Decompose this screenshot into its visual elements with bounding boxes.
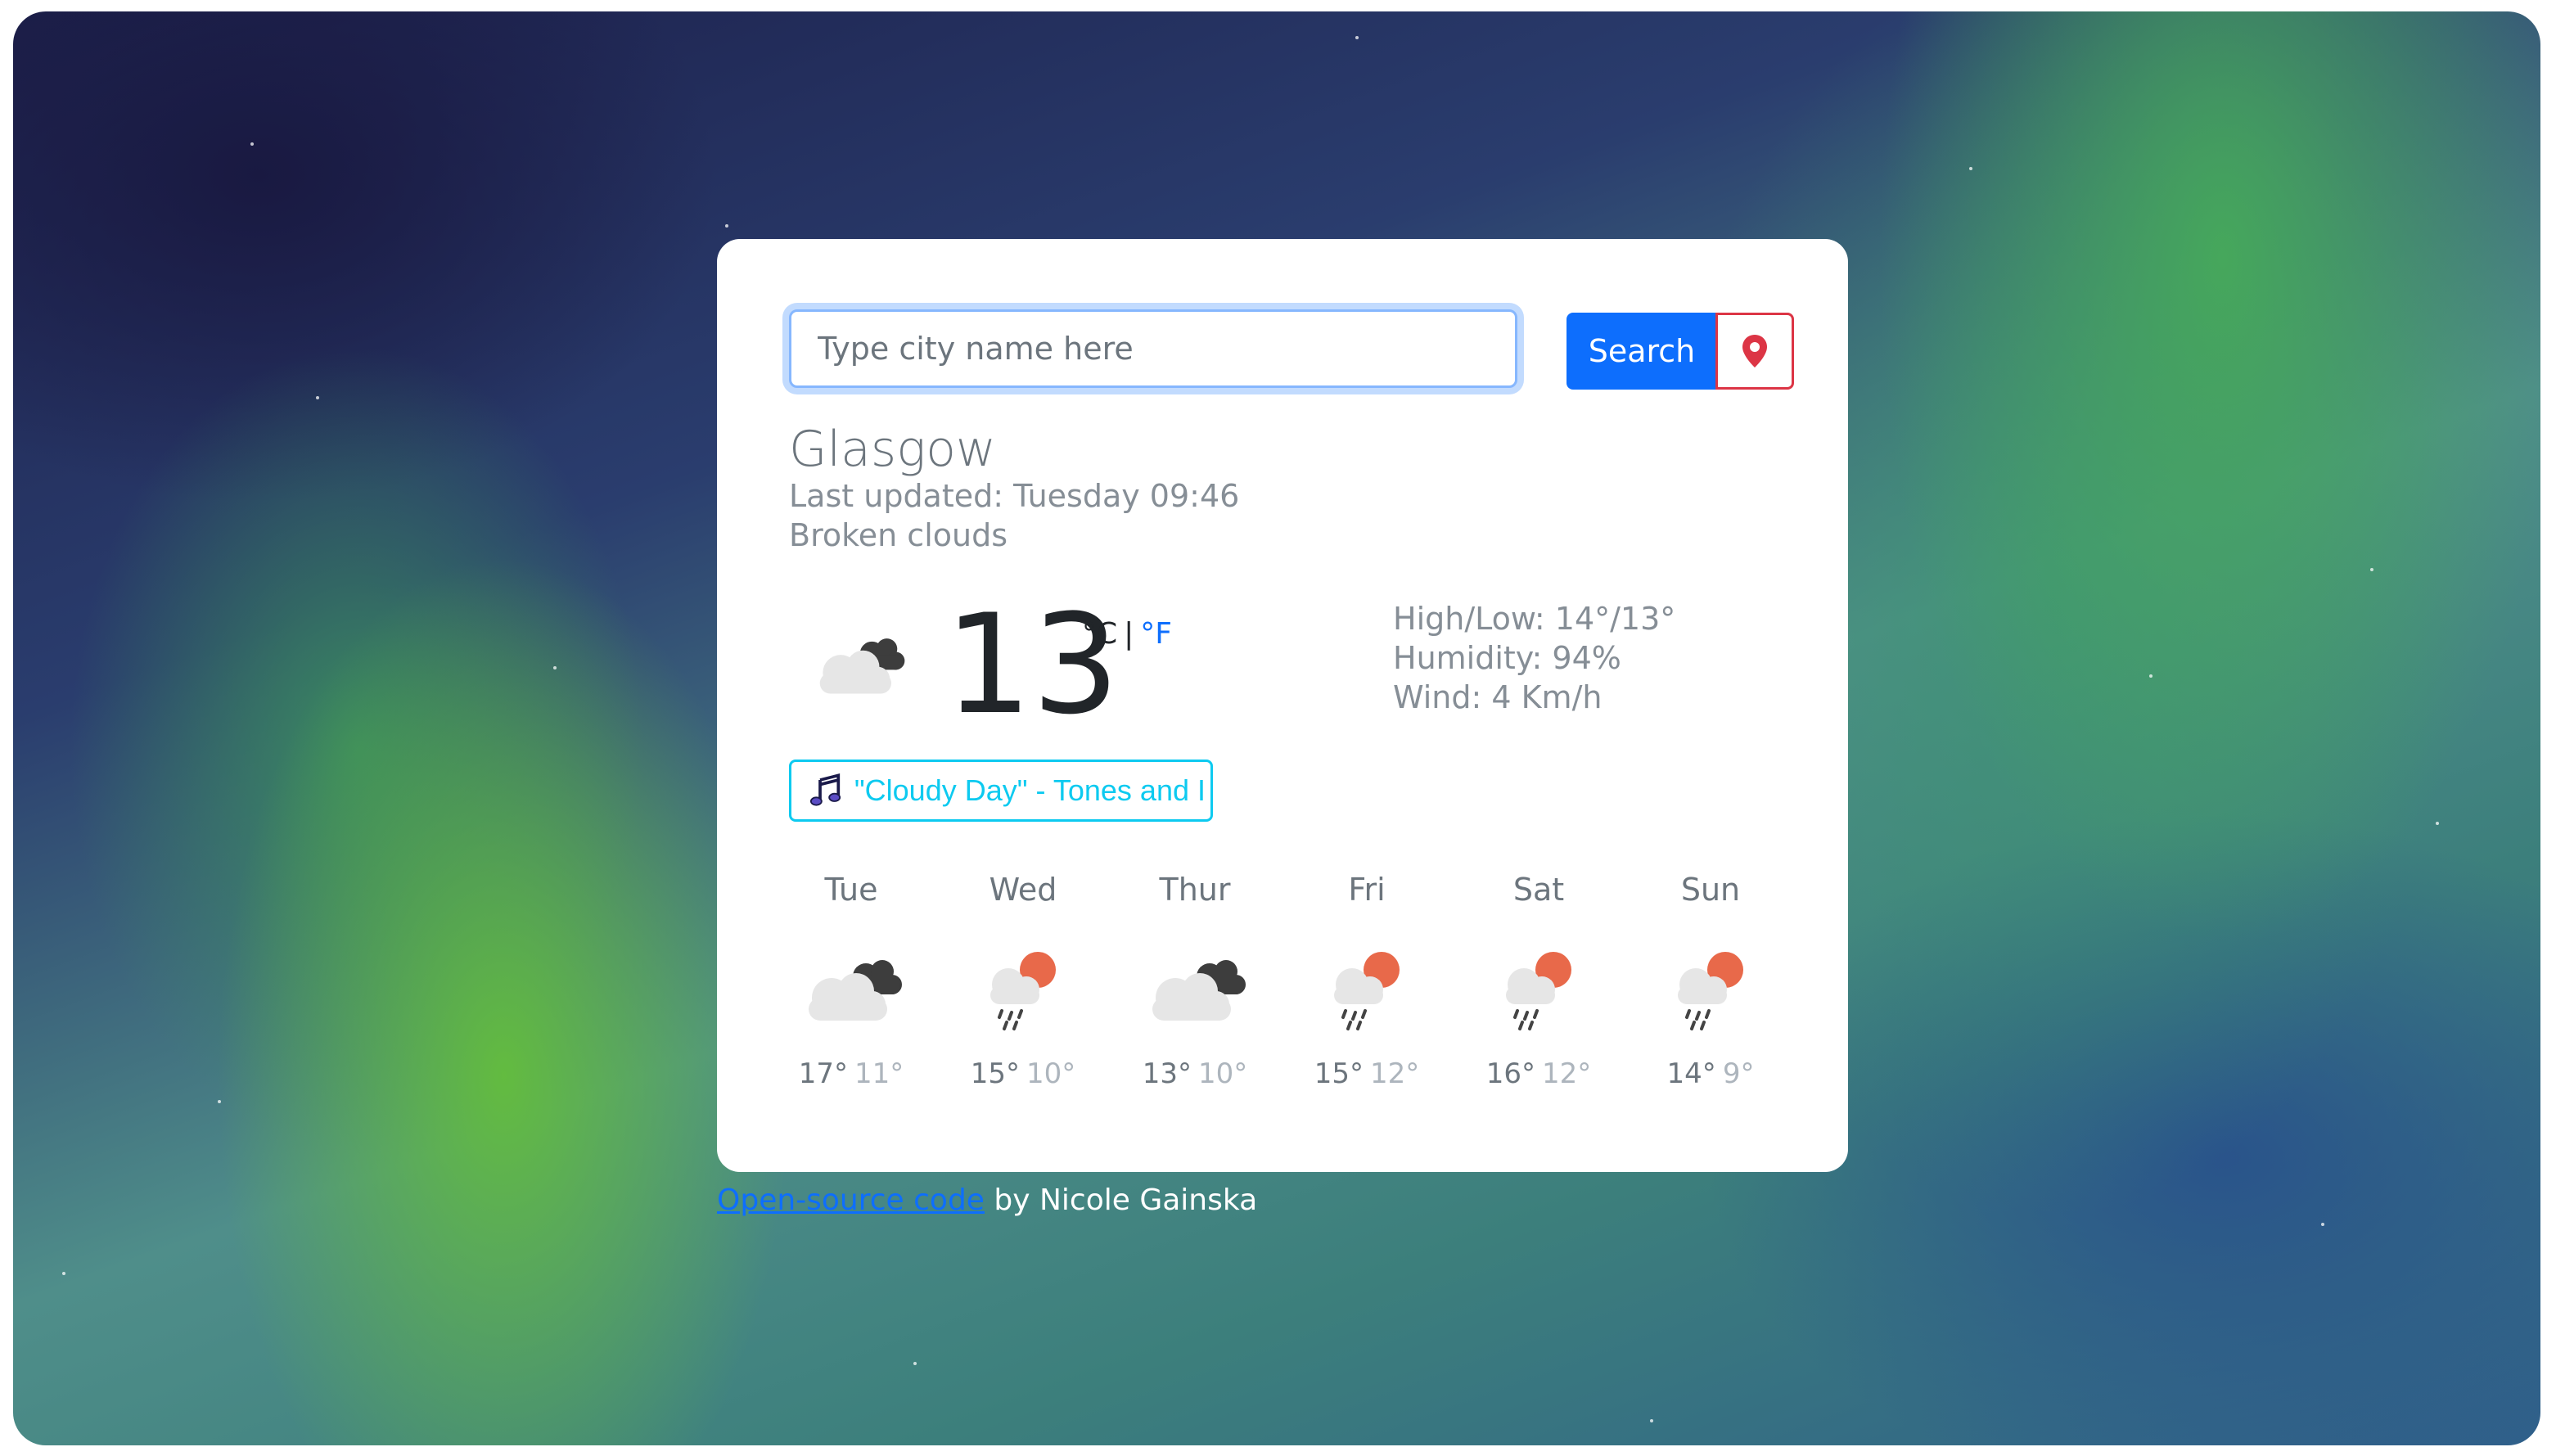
forecast-day: Thur 13° 10° [1113,869,1277,1090]
star [1969,167,1972,170]
weather-description: Broken clouds [789,517,1008,553]
forecast-high: 16° [1485,1057,1535,1090]
forecast-high: 15° [970,1057,1020,1090]
forecast-high: 17° [798,1057,848,1090]
sun-rain-icon [1334,952,1400,1030]
forecast-day-name: Sun [1680,872,1741,908]
star [553,666,557,669]
forecast-low: 9° [1722,1057,1755,1090]
forecast-day-name: Tue [824,872,878,908]
forecast-day: Tue 17° 11° [769,869,933,1090]
forecast-high: 14° [1666,1057,1716,1090]
forecast-low: 11° [854,1057,904,1090]
star [62,1272,65,1275]
forecast-low: 12° [1370,1057,1420,1090]
forecast-day-name: Sat [1512,872,1565,908]
forecast-low: 10° [1198,1057,1248,1090]
unit-toggle: °C | °F [1082,617,1172,651]
sun-rain-icon [1678,952,1743,1030]
wind: Wind: 4 Km/h [1393,679,1603,715]
forecast-day-name: Wed [989,872,1057,908]
forecast-row: Tue 17° 11° Wed 15° 10° Thur 13° 10° Fri… [769,869,1817,1115]
star [250,142,254,146]
weather-card: Search Glasgow Last updated: Tuesday 09:… [717,239,1848,1172]
star [218,1100,221,1103]
last-updated: Last updated: Tuesday 09:46 [789,478,1240,514]
star [725,224,728,228]
broken-clouds-icon [809,960,902,1021]
song-label: "Cloudy Day" - Tones and I [854,773,1206,807]
star [1650,1419,1653,1422]
star [913,1362,917,1365]
forecast-day: Fri 15° 12° [1285,869,1449,1090]
star [1355,36,1359,39]
broken-clouds-icon [819,638,905,694]
sun-rain-icon [1506,952,1571,1030]
footer: Open-source code by Nicole Gainska [717,1183,1257,1217]
sun-rain-icon [990,952,1056,1030]
star [2321,1223,2324,1226]
star [316,396,319,399]
search-button[interactable]: Search [1567,313,1717,390]
forecast-day: Wed 15° 10° [941,869,1105,1090]
forecast-day: Sat 16° 12° [1457,869,1621,1090]
forecast-high: 15° [1314,1057,1364,1090]
forecast-day-name: Fri [1348,872,1386,908]
celsius-unit: °C [1082,617,1118,651]
music-note-icon [809,773,841,806]
fahrenheit-link[interactable]: °F [1140,617,1172,651]
weather-stats: High/Low: 14°/13° Humidity: 94% Wind: 4 … [1393,599,1675,717]
forecast-high: 13° [1142,1057,1192,1090]
high-low: High/Low: 14°/13° [1393,601,1676,637]
current-location-button[interactable] [1715,313,1794,390]
city-search-input[interactable] [789,309,1517,388]
forecast-low: 12° [1542,1057,1592,1090]
unit-separator: | [1124,617,1134,651]
star [2149,674,2153,678]
map-pin-icon [1742,335,1767,367]
star [2436,822,2439,825]
author-credit: by Nicole Gainska [984,1183,1258,1217]
humidity: Humidity: 94% [1393,640,1621,676]
forecast-low: 10° [1026,1057,1076,1090]
star [2370,568,2373,571]
open-source-link[interactable]: Open-source code [717,1183,985,1217]
broken-clouds-icon [1152,960,1246,1021]
forecast-day: Sun 14° 9° [1629,869,1792,1090]
city-name: Glasgow [789,421,996,478]
song-suggestion-button[interactable]: "Cloudy Day" - Tones and I [789,760,1213,822]
forecast-day-name: Thur [1159,872,1231,908]
